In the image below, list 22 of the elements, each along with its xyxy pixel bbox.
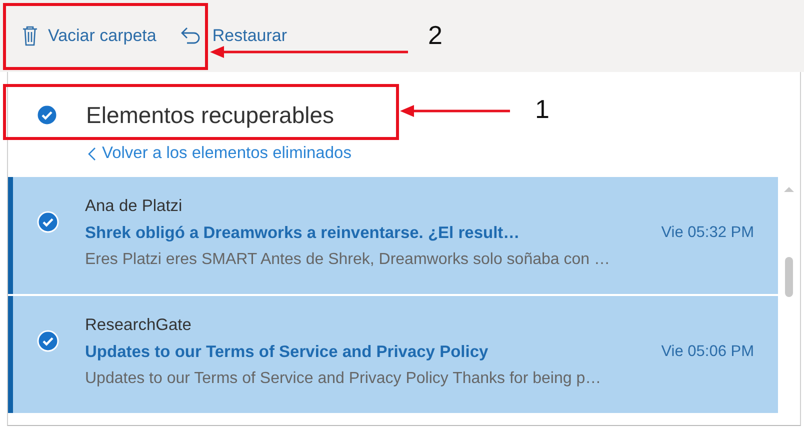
- check-circle-icon[interactable]: [37, 330, 59, 352]
- message-subject: Updates to our Terms of Service and Privacy Policy: [85, 343, 488, 362]
- message-preview: Updates to our Terms of Service and Privacy Policy Thanks for being p…: [85, 370, 602, 388]
- restore-button[interactable]: Restaurar: [180, 25, 287, 47]
- chevron-left-icon: [88, 146, 96, 160]
- back-link[interactable]: Volver a los elementos eliminados: [88, 144, 352, 163]
- message-sender: ResearchGate: [85, 316, 192, 335]
- message-time: Vie 05:06 PM: [661, 343, 754, 362]
- callout-number: 2: [428, 20, 442, 51]
- message-time: Vie 05:32 PM: [661, 224, 754, 243]
- check-circle-icon[interactable]: [36, 104, 58, 126]
- empty-folder-button[interactable]: Vaciar carpeta: [22, 25, 156, 47]
- scrollbar-thumb[interactable]: [785, 257, 793, 297]
- message-sender: Ana de Platzi: [85, 197, 184, 216]
- check-circle-icon[interactable]: [37, 211, 59, 233]
- message-preview: Eres Platzi eres SMART Antes de Shrek, Dreamworks solo soñaba con …: [85, 251, 611, 269]
- trash-icon: [22, 25, 38, 47]
- message-item[interactable]: Ana de Platzi Shrek obligó a Dreamworks a reinventarse. ¿El result… Vie 05:32 PM Eres Platzi eres SMART Antes de Shrek, Dreamworks solo soñaba con …: [8, 177, 778, 294]
- folder-title: Elementos recuperables: [86, 102, 334, 128]
- callout-number: 1: [535, 94, 550, 125]
- message-subject: Shrek obligó a Dreamworks a reinventarse. ¿El result…: [85, 224, 520, 243]
- message-item[interactable]: ResearchGate Updates to our Terms of Service and Privacy Policy Vie 05:06 PM Updates to our Terms of Service and Privacy Policy Thanks for being p…: [8, 296, 778, 413]
